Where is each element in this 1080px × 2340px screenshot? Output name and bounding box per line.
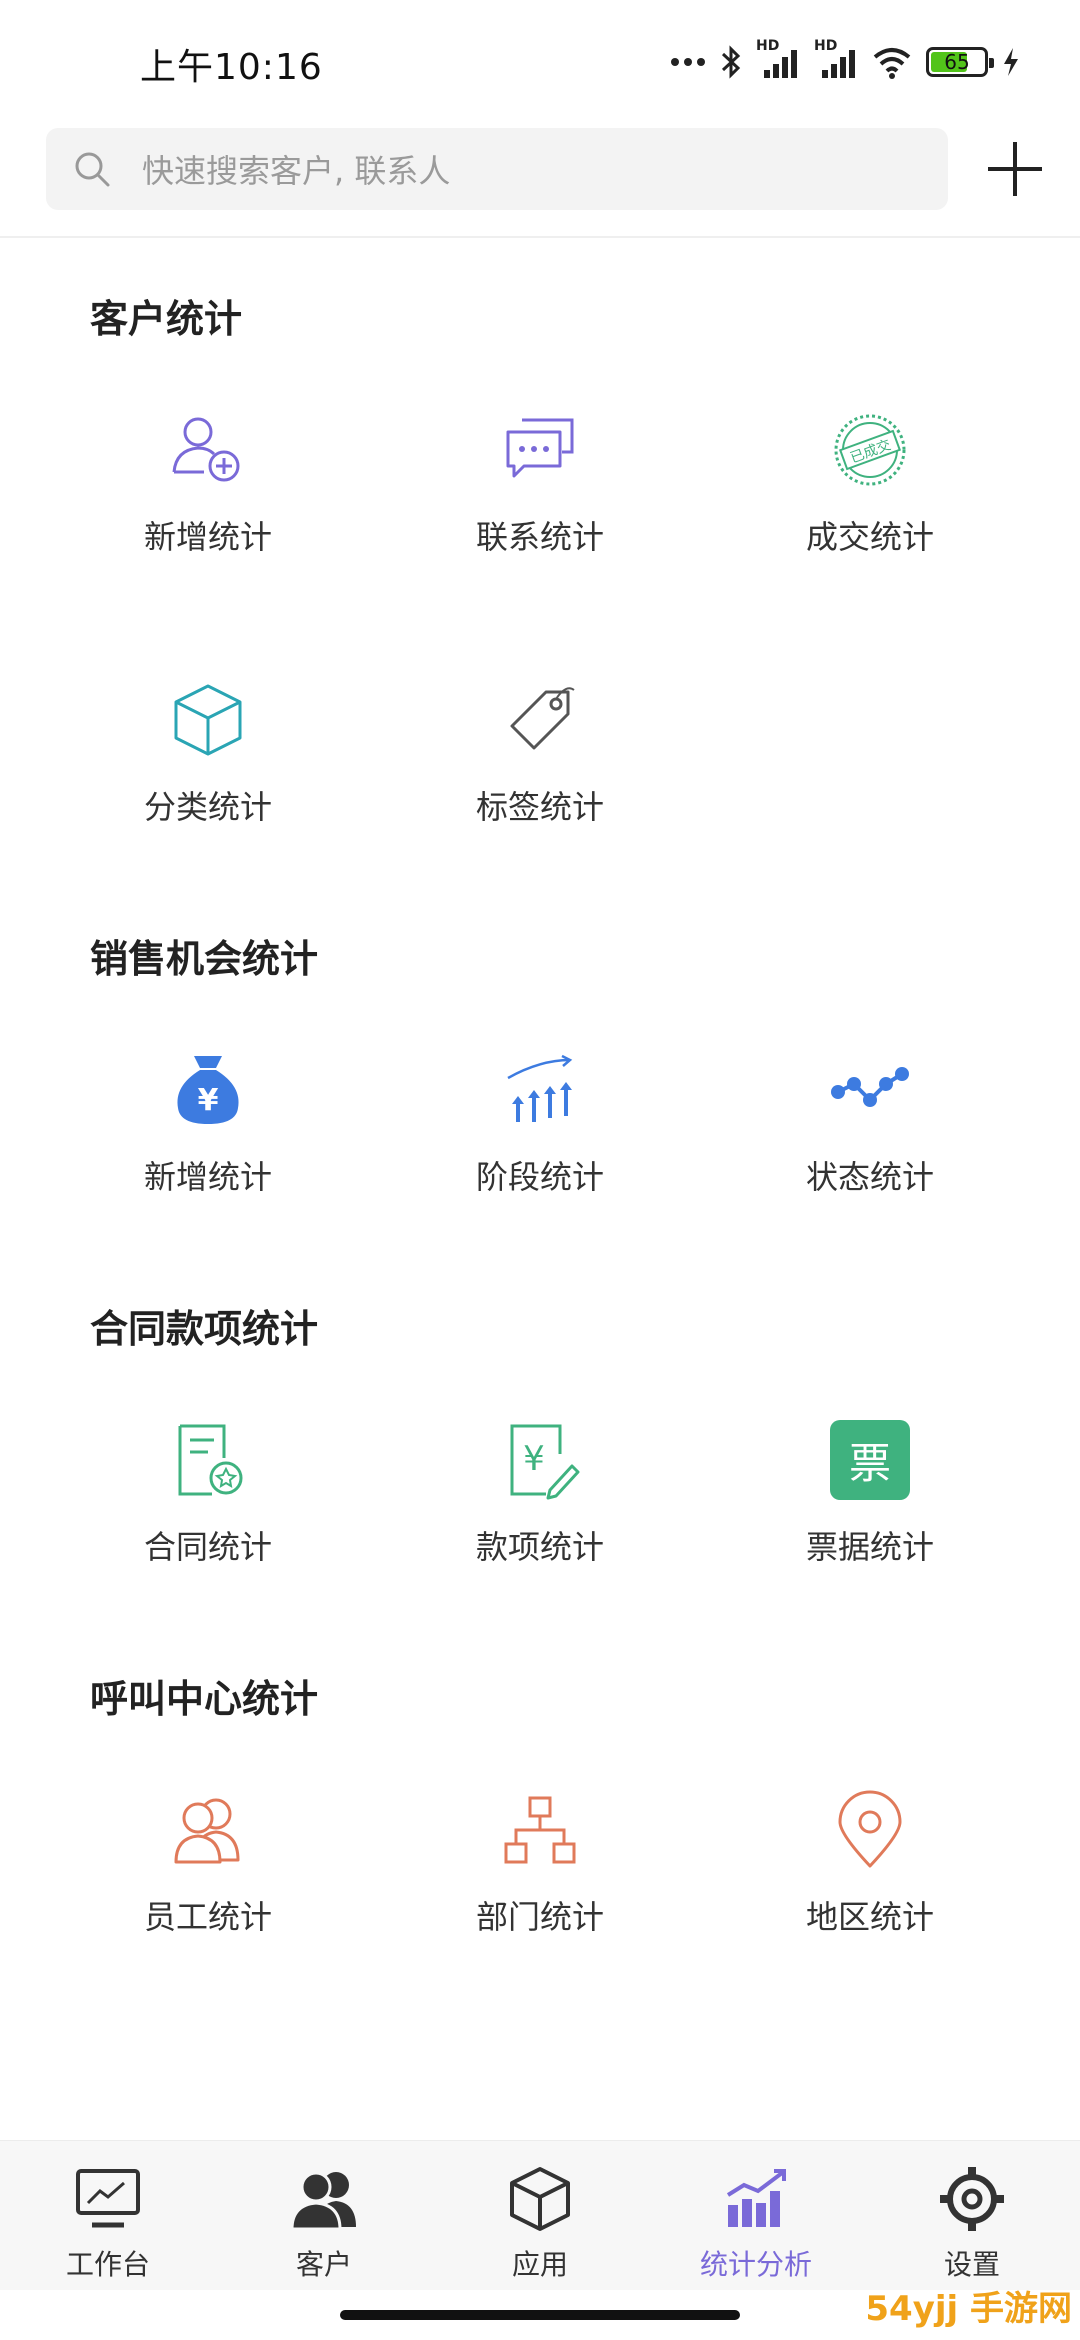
search-icon — [75, 152, 110, 187]
grid-item-department[interactable]: 部门统计 — [400, 1790, 680, 1990]
svg-text:¥: ¥ — [523, 1439, 545, 1479]
nav-label: 设置 — [943, 2248, 1000, 2281]
contract-doc-icon — [178, 1424, 243, 1496]
nav-item-settings[interactable]: 设置 — [864, 2141, 1080, 2291]
status-time: 上午10:16 — [140, 47, 323, 88]
grid-item-label: 成交统计 — [805, 518, 934, 556]
grid-item-label: 新增统计 — [143, 1158, 272, 1196]
grid-item-label: 员工统计 — [143, 1898, 272, 1936]
grid-item-ticket[interactable]: 票 票据统计 — [730, 1420, 1010, 1620]
signal-bars-icon — [764, 50, 797, 78]
signal-1: HD — [756, 38, 800, 80]
grid-item-label: 地区统计 — [805, 1898, 934, 1936]
bluetooth-icon — [721, 45, 741, 79]
grid-item-customer-deal[interactable]: 已成交 成交统计 — [730, 410, 1010, 610]
bottom-nav: 工作台 客户 应用 统计分析 设置 — [0, 2140, 1080, 2290]
wifi-icon — [873, 48, 911, 79]
status-dots-icon — [831, 1067, 909, 1107]
grid-item-customer-new[interactable]: 新增统计 — [68, 410, 348, 610]
more-dots-icon — [671, 58, 705, 66]
header-divider — [0, 236, 1080, 238]
gear-icon — [940, 2167, 1004, 2231]
money-bag-icon: ¥ — [177, 1056, 239, 1124]
location-pin-icon — [838, 1790, 902, 1868]
signal-bars-icon — [822, 50, 855, 78]
section-title-customer: 客户统计 — [90, 297, 243, 341]
svg-text:¥: ¥ — [198, 1083, 219, 1118]
ticket-icon: 票 — [830, 1420, 910, 1500]
payment-doc-icon: ¥ — [510, 1424, 580, 1500]
grid-item-label: 票据统计 — [805, 1528, 934, 1566]
search-bar[interactable]: 快速搜索客户, 联系人 — [46, 128, 948, 210]
cube-icon — [174, 684, 242, 756]
grid-item-label: 分类统计 — [143, 788, 272, 826]
chat-bubbles-icon — [506, 418, 574, 478]
add-button[interactable] — [980, 134, 1050, 204]
customers-icon — [290, 2171, 356, 2231]
grid-item-sales-status[interactable]: 状态统计 — [730, 1050, 1010, 1250]
grid-item-label: 联系统计 — [475, 518, 604, 556]
nav-item-workbench[interactable]: 工作台 — [0, 2141, 216, 2291]
staff-icon — [174, 1798, 240, 1864]
deal-stamp-icon: 已成交 — [834, 414, 906, 486]
grid-item-label: 状态统计 — [805, 1158, 934, 1196]
charging-bolt-icon — [1004, 48, 1018, 76]
grid-item-region[interactable]: 地区统计 — [730, 1790, 1010, 1990]
grid-item-sales-stage[interactable]: 阶段统计 — [400, 1050, 680, 1250]
nav-label: 工作台 — [65, 2248, 150, 2281]
user-add-icon — [172, 417, 240, 482]
nav-label: 应用 — [511, 2248, 568, 2281]
nav-label: 统计分析 — [699, 2248, 812, 2281]
battery-icon: 65 — [926, 47, 994, 77]
section-title-sales: 销售机会统计 — [90, 937, 319, 981]
tag-icon — [510, 687, 575, 750]
section-title-contract: 合同款项统计 — [90, 1307, 319, 1351]
stage-arrows-icon — [507, 1054, 573, 1122]
grid-item-label: 合同统计 — [143, 1528, 272, 1566]
nav-item-apps[interactable]: 应用 — [432, 2141, 648, 2291]
grid-item-customer-tag[interactable]: 标签统计 — [400, 680, 680, 880]
status-icons: HD HD 65 — [670, 38, 1020, 84]
search-placeholder: 快速搜索客户, 联系人 — [142, 152, 451, 190]
grid-item-label: 标签统计 — [475, 788, 604, 826]
watermark: 54yjj 手游网 — [865, 2289, 1072, 2329]
status-bar: 上午10:16 HD HD 65 — [0, 0, 1080, 120]
grid-item-staff[interactable]: 员工统计 — [68, 1790, 348, 1990]
grid-item-contract[interactable]: 合同统计 — [68, 1420, 348, 1620]
monitor-chart-icon — [76, 2169, 140, 2228]
nav-item-customers[interactable]: 客户 — [216, 2141, 432, 2291]
ticket-icon-text: 票 — [848, 1438, 891, 1488]
box-icon — [510, 2167, 570, 2231]
grid-item-customer-contact[interactable]: 联系统计 — [400, 410, 680, 610]
org-chart-icon — [504, 1796, 576, 1864]
nav-label: 客户 — [295, 2248, 352, 2281]
grid-item-label: 阶段统计 — [475, 1158, 604, 1196]
grid-item-label: 新增统计 — [143, 518, 272, 556]
grid-item-label: 款项统计 — [475, 1528, 604, 1566]
grid-item-label: 部门统计 — [475, 1898, 604, 1936]
grid-item-payment[interactable]: ¥ 款项统计 — [400, 1420, 680, 1620]
bar-chart-icon — [726, 2169, 786, 2227]
section-title-call-center: 呼叫中心统计 — [90, 1677, 319, 1721]
grid-item-customer-category[interactable]: 分类统计 — [68, 680, 348, 880]
nav-item-statistics[interactable]: 统计分析 — [648, 2141, 864, 2291]
grid-item-sales-new[interactable]: ¥ 新增统计 — [68, 1050, 348, 1250]
signal-2: HD — [814, 38, 858, 80]
home-indicator[interactable] — [340, 2310, 740, 2320]
